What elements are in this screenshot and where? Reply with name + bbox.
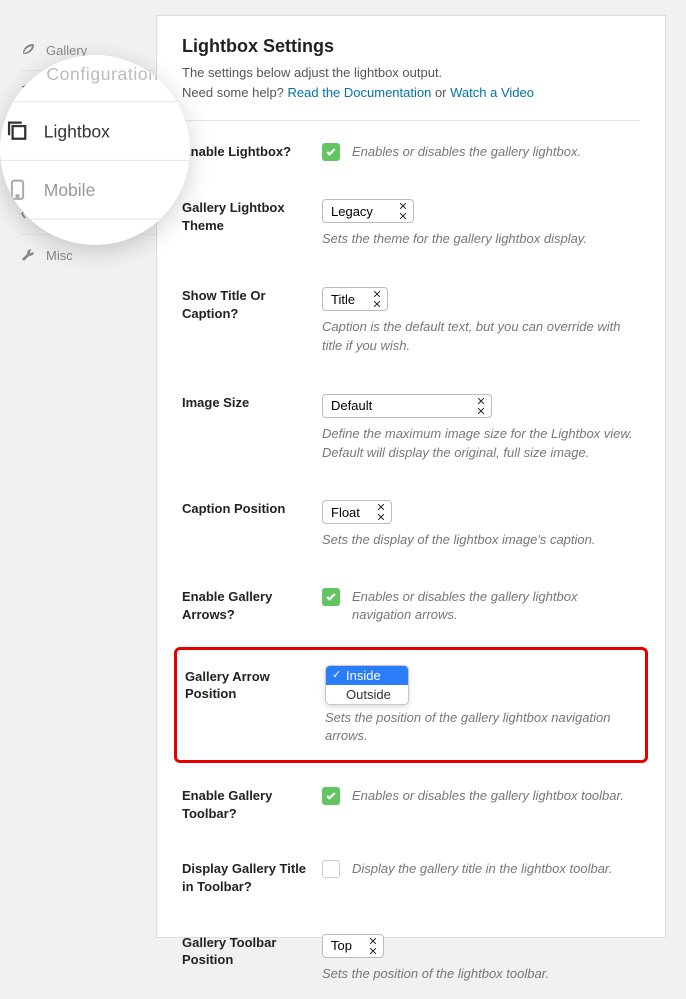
page-title: Lightbox Settings <box>182 36 640 57</box>
row-label: Gallery Lightbox Theme <box>182 199 322 249</box>
row-image-size: Image Size Default Define the maximum im… <box>182 372 640 479</box>
enable-toolbar-checkbox[interactable] <box>322 787 340 805</box>
row-label: Enable Gallery Arrows? <box>182 588 322 624</box>
help-text: Display the gallery title in the lightbo… <box>352 860 612 878</box>
enable-lightbox-checkbox[interactable] <box>322 143 340 161</box>
help-text: Sets the display of the lightbox image's… <box>322 531 640 550</box>
sidebar-item-label: Misc <box>46 248 73 263</box>
video-link[interactable]: Watch a Video <box>450 85 534 100</box>
stack-icon <box>6 120 29 143</box>
title-in-toolbar-checkbox[interactable] <box>322 860 340 878</box>
dropdown-option-inside[interactable]: Inside <box>326 666 408 685</box>
title-caption-select[interactable]: Title <box>322 287 388 311</box>
toolbar-position-select[interactable]: Top <box>322 934 384 958</box>
content-panel: Lightbox Settings The settings below adj… <box>156 15 666 938</box>
lens-item-lightbox[interactable]: Lightbox <box>0 102 190 161</box>
row-enable-arrows: Enable Gallery Arrows? Enables or disabl… <box>182 566 640 640</box>
row-label: Show Title Or Caption? <box>182 287 322 356</box>
row-label: Caption Position <box>182 500 322 550</box>
lens-item-mobile[interactable]: Mobile <box>0 161 190 220</box>
enable-arrows-checkbox[interactable] <box>322 588 340 606</box>
help-text: Sets the position of the gallery lightbo… <box>325 709 637 747</box>
row-label: Enable Lightbox? <box>182 143 322 161</box>
row-caption-position: Caption Position Float Sets the display … <box>182 478 640 566</box>
help-text: Caption is the default text, but you can… <box>322 318 640 356</box>
magnifier-lens: Configuration Lightbox Mobile <box>0 55 190 245</box>
help-text: Define the maximum image size for the Li… <box>322 425 640 463</box>
row-arrow-position: Gallery Arrow Position Inside Outside Se… <box>174 647 648 764</box>
help-text: Enables or disables the gallery lightbox… <box>352 143 581 161</box>
arrow-position-dropdown[interactable]: Inside Outside <box>325 665 409 705</box>
row-title-caption: Show Title Or Caption? Title Caption is … <box>182 265 640 372</box>
dropdown-option-outside[interactable]: Outside <box>326 685 408 704</box>
row-label: Gallery Toolbar Position <box>182 934 322 984</box>
row-enable-toolbar: Enable Gallery Toolbar? Enables or disab… <box>182 765 640 838</box>
image-size-select[interactable]: Default <box>322 394 492 418</box>
row-label: Image Size <box>182 394 322 463</box>
theme-select[interactable]: Legacy <box>322 199 414 223</box>
mobile-icon <box>6 179 29 202</box>
help-text: Enables or disables the gallery lightbox… <box>352 588 640 624</box>
help-text: Sets the theme for the gallery lightbox … <box>322 230 640 249</box>
row-toolbar-position: Gallery Toolbar Position Top Sets the po… <box>182 912 640 999</box>
row-label: Enable Gallery Toolbar? <box>182 787 322 822</box>
row-enable-lightbox: Enable Lightbox? Enables or disables the… <box>182 121 640 177</box>
row-theme: Gallery Lightbox Theme Legacy Sets the t… <box>182 177 640 265</box>
help-text: Sets the position of the lightbox toolba… <box>322 965 640 984</box>
caption-position-select[interactable]: Float <box>322 500 392 524</box>
row-title-in-toolbar: Display Gallery Title in Toolbar? Displa… <box>182 838 640 911</box>
doc-link[interactable]: Read the Documentation <box>288 85 432 100</box>
row-label: Display Gallery Title in Toolbar? <box>182 860 322 895</box>
row-label: Gallery Arrow Position <box>185 668 325 747</box>
help-text: Enables or disables the gallery lightbox… <box>352 787 624 805</box>
page-desc: The settings below adjust the lightbox o… <box>182 63 640 102</box>
wrench-icon <box>20 247 36 263</box>
lens-item-configuration[interactable]: Configuration <box>0 55 190 102</box>
